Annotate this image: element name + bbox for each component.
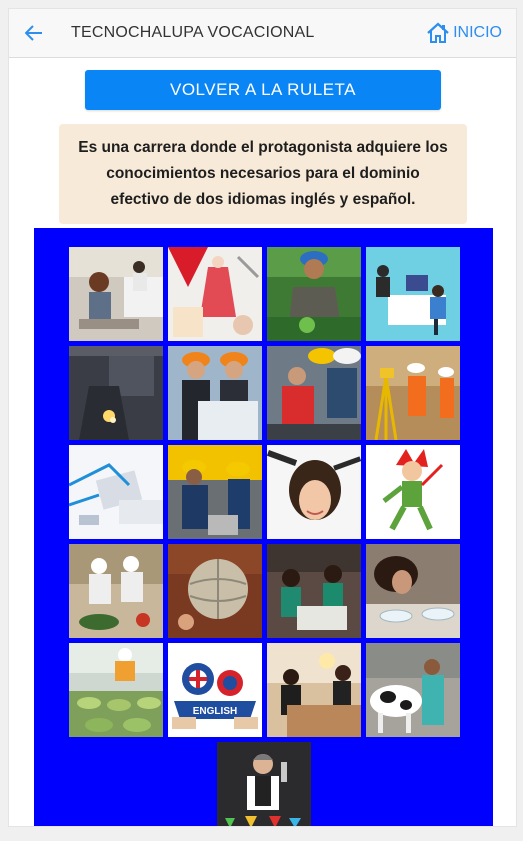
food-processing-image[interactable] <box>69 643 163 737</box>
office-illustration-image[interactable] <box>366 247 460 341</box>
hairdressing-image[interactable] <box>267 445 361 539</box>
hotel-reception-image[interactable] <box>267 643 361 737</box>
back-to-roulette-button[interactable]: VOLVER A LA RULETA <box>85 70 441 110</box>
food-lab-image[interactable] <box>69 544 163 638</box>
jester-cartoon-image[interactable] <box>366 445 460 539</box>
arrow-left-icon <box>25 25 42 41</box>
back-button[interactable] <box>23 21 45 45</box>
sewing-students-image[interactable] <box>267 544 361 638</box>
english-badge-image[interactable]: ENGLISH <box>168 643 262 737</box>
accounting-calculator-image[interactable] <box>69 445 163 539</box>
veterinary-cow-image[interactable] <box>366 643 460 737</box>
career-image-grid: ENGLISH <box>34 228 493 826</box>
home-label: INICIO <box>453 24 502 41</box>
fashion-design-image[interactable] <box>168 247 262 341</box>
mechanics-workshop-image[interactable] <box>267 346 361 440</box>
career-description: Es una carrera donde el protagonista adq… <box>59 124 467 224</box>
engineers-blueprint-image[interactable] <box>168 346 262 440</box>
globe-craft-image[interactable] <box>168 544 262 638</box>
office-typing-image[interactable] <box>69 247 163 341</box>
bartender-image[interactable] <box>217 742 311 826</box>
surveying-image[interactable] <box>366 346 460 440</box>
app-title: TECNOCHALUPA VOCACIONAL <box>71 24 315 41</box>
home-icon <box>427 22 449 43</box>
industrial-maintenance-image[interactable] <box>168 445 262 539</box>
english-badge-text: ENGLISH <box>193 706 237 717</box>
home-button[interactable]: INICIO <box>426 19 502 47</box>
app-frame: TECNOCHALUPA VOCACIONAL INICIO VOLVER A … <box>8 8 517 827</box>
app-bar: TECNOCHALUPA VOCACIONAL INICIO <box>9 9 516 58</box>
welding-image[interactable] <box>69 346 163 440</box>
agriculture-image[interactable] <box>267 247 361 341</box>
laboratory-students-image[interactable] <box>366 544 460 638</box>
